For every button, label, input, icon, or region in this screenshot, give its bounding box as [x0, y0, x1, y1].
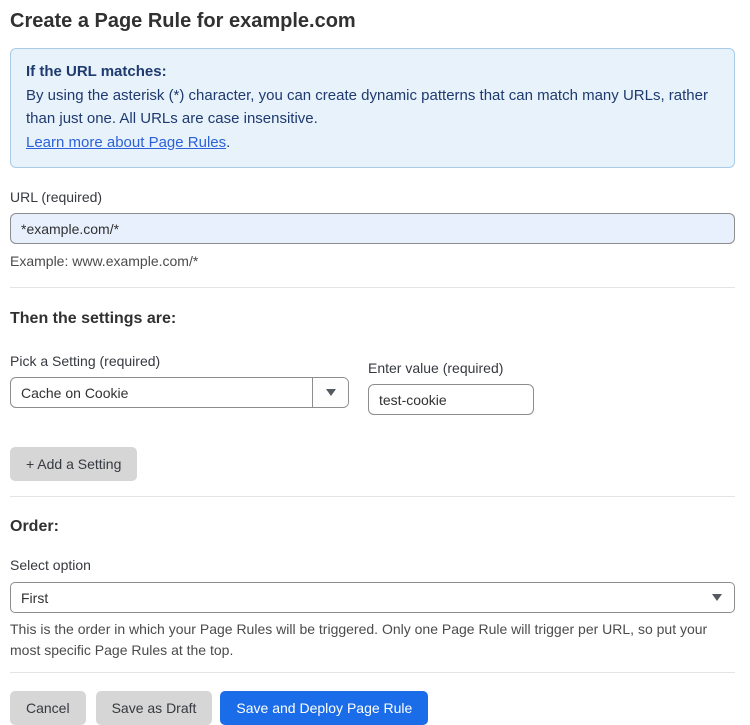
learn-more-link[interactable]: Learn more about Page Rules: [26, 134, 226, 151]
order-select-label: Select option: [10, 557, 91, 574]
url-match-info-box: If the URL matches: By using the asteris…: [10, 48, 735, 169]
cancel-button[interactable]: Cancel: [10, 691, 86, 725]
settings-section-heading: Then the settings are:: [10, 310, 177, 328]
footer-divider: [10, 672, 735, 674]
section-divider: [10, 496, 735, 498]
setting-select-arrow-button[interactable]: [312, 378, 348, 408]
add-setting-button[interactable]: + Add a Setting: [10, 447, 138, 482]
order-section-heading: Order:: [10, 518, 59, 536]
setting-select[interactable]: Cache on Cookie: [10, 377, 349, 409]
order-select-value: First: [21, 589, 49, 606]
setting-value-label: Enter value (required): [368, 360, 504, 377]
setting-select-value: Cache on Cookie: [21, 384, 129, 401]
section-divider: [10, 287, 735, 289]
url-helper-text: Example: www.example.com/*: [10, 253, 199, 270]
setting-value-column: Enter value (required): [368, 360, 534, 416]
url-input[interactable]: [10, 213, 735, 245]
chevron-down-icon: [712, 594, 722, 602]
save-as-draft-button[interactable]: Save as Draft: [95, 691, 213, 725]
url-field-label: URL (required): [10, 189, 103, 206]
setting-value-input[interactable]: [368, 384, 534, 416]
link-suffix: .: [226, 133, 231, 151]
chevron-down-icon: [325, 389, 336, 397]
order-select[interactable]: First: [10, 582, 735, 614]
setting-select-column: Pick a Setting (required) Cache on Cooki…: [10, 353, 349, 409]
info-box-heading: If the URL matches:: [26, 63, 167, 80]
info-box-link-line: Learn more about Page Rules.: [26, 131, 719, 155]
order-helper-text: This is the order in which your Page Rul…: [10, 621, 708, 659]
page-title: Create a Page Rule for example.com: [10, 10, 356, 32]
page-rule-form: Create a Page Rule for example.com If th…: [0, 0, 750, 725]
info-box-body: By using the asterisk (*) character, you…: [26, 86, 708, 128]
setting-select-label: Pick a Setting (required): [10, 353, 161, 370]
setting-row: Pick a Setting (required) Cache on Cooki…: [10, 353, 735, 416]
footer-actions: Cancel Save as Draft Save and Deploy Pag…: [10, 691, 735, 725]
save-and-deploy-button[interactable]: Save and Deploy Page Rule: [220, 691, 429, 725]
